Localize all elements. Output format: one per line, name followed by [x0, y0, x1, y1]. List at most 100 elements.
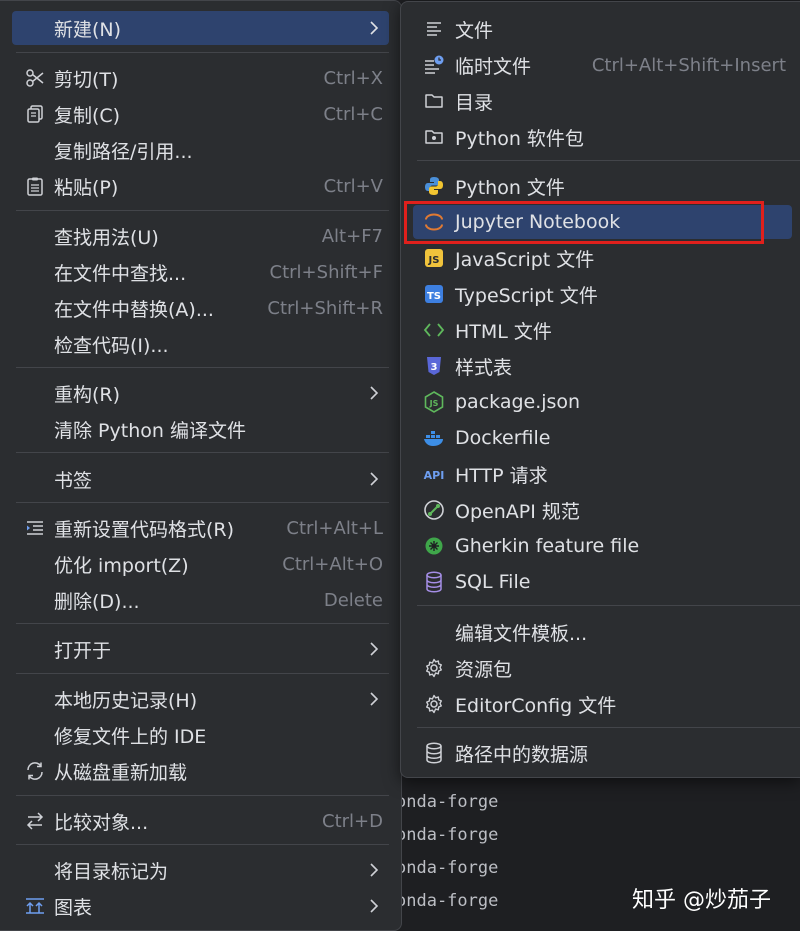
- menu-item-repair-ide[interactable]: 修复文件上的 IDE: [12, 718, 389, 752]
- menu-item-mark-directory[interactable]: 将目录标记为: [12, 853, 389, 887]
- menu-item-paste[interactable]: 粘贴(P) Ctrl+V: [12, 169, 389, 203]
- menu-item-label: 修复文件上的 IDE: [54, 725, 207, 748]
- python-icon: [421, 173, 447, 199]
- submenu-item-directory[interactable]: 目录: [413, 84, 792, 118]
- menu-item-cut[interactable]: 剪切(T) Ctrl+X: [12, 61, 389, 95]
- shortcut-label: Ctrl+Shift+F: [269, 261, 383, 283]
- gear-icon: [421, 691, 447, 717]
- menu-item-label: 清除 Python 编译文件: [54, 419, 246, 442]
- chevron-right-icon: [369, 889, 379, 923]
- menu-item-delete[interactable]: 删除(D)... Delete: [12, 583, 389, 617]
- chevron-right-icon: [369, 462, 379, 496]
- submenu-item-python-file[interactable]: Python 文件: [413, 169, 792, 203]
- menu-item-reformat-code[interactable]: 重新设置代码格式(R) Ctrl+Alt+L: [12, 511, 389, 545]
- menu-item-clean-python[interactable]: 清除 Python 编译文件: [12, 412, 389, 446]
- menu-item-label: 复制(C): [54, 104, 121, 127]
- clipboard-icon: [22, 173, 48, 199]
- menu-item-label: 图表: [54, 896, 93, 919]
- menu-item-label: Gherkin feature file: [455, 535, 640, 557]
- separator: [16, 210, 389, 211]
- menu-item-label: 删除(D)...: [54, 590, 140, 613]
- submenu-item-stylesheet[interactable]: 3 样式表: [413, 349, 792, 383]
- menu-item-copy[interactable]: 复制(C) Ctrl+C: [12, 97, 389, 131]
- submenu-item-resource-bundle[interactable]: 资源包: [413, 651, 792, 685]
- menu-item-local-history[interactable]: 本地历史记录(H): [12, 682, 389, 716]
- submenu-item-edit-file-templates[interactable]: 编辑文件模板...: [413, 615, 792, 649]
- menu-item-label: 在文件中查找...: [54, 262, 187, 285]
- menu-item-inspect-code[interactable]: 检查代码(I)...: [12, 327, 389, 361]
- menu-item-refactor[interactable]: 重构(R): [12, 376, 389, 410]
- copy-icon: [22, 101, 48, 127]
- menu-item-label: Python 软件包: [455, 127, 584, 150]
- menu-item-open-in[interactable]: 打开于: [12, 632, 389, 666]
- menu-item-replace-in-files[interactable]: 在文件中替换(A)... Ctrl+Shift+R: [12, 291, 389, 325]
- menu-item-label: HTTP 请求: [455, 464, 548, 487]
- submenu-item-sql-file[interactable]: SQL File: [413, 565, 792, 599]
- menu-item-label: 资源包: [455, 658, 513, 681]
- chevron-right-icon: [369, 632, 379, 666]
- svg-text:3: 3: [431, 362, 438, 373]
- watermark: 知乎 @炒茄子: [632, 888, 771, 913]
- compare-arrows-icon: [22, 808, 48, 834]
- submenu-item-html-file[interactable]: HTML 文件: [413, 313, 792, 347]
- menu-item-find-in-files[interactable]: 在文件中查找... Ctrl+Shift+F: [12, 255, 389, 289]
- submenu-item-scratch-file[interactable]: 临时文件 Ctrl+Alt+Shift+Insert: [413, 48, 792, 82]
- terminal-line: onda-forge: [396, 792, 499, 812]
- submenu-item-javascript-file[interactable]: JS JavaScript 文件: [413, 241, 792, 275]
- submenu-item-data-source-in-path[interactable]: 路径中的数据源: [413, 736, 792, 770]
- menu-item-label: 本地历史记录(H): [54, 689, 198, 712]
- menu-item-label: 在文件中替换(A)...: [54, 298, 214, 321]
- context-menu: 新建(N) 剪切(T) Ctrl+X 复制(C) Ctrl+C 复制路径/引用.…: [0, 0, 402, 931]
- submenu-item-http-request[interactable]: API HTTP 请求: [413, 457, 792, 491]
- scratch-file-icon: [421, 52, 447, 78]
- menu-item-label: 剪切(T): [54, 68, 119, 91]
- shortcut-label: Ctrl+D: [322, 810, 383, 832]
- html-code-icon: [421, 317, 447, 343]
- menu-item-compare-with[interactable]: 比较对象... Ctrl+D: [12, 804, 389, 838]
- menu-item-reload-from-disk[interactable]: 从磁盘重新加载: [12, 754, 389, 788]
- submenu-item-editorconfig[interactable]: EditorConfig 文件: [413, 687, 792, 721]
- menu-item-find-usages[interactable]: 查找用法(U) Alt+F7: [12, 219, 389, 253]
- menu-item-diagrams[interactable]: 图表: [12, 889, 389, 923]
- menu-item-label: 检查代码(I)...: [54, 334, 169, 357]
- menu-item-label: 临时文件: [455, 55, 532, 78]
- database-icon: [421, 740, 447, 766]
- typescript-icon: TS: [421, 281, 447, 307]
- terminal-line: onda-forge: [396, 891, 499, 911]
- menu-item-label: JavaScript 文件: [455, 248, 595, 271]
- menu-item-label: 打开于: [54, 639, 112, 662]
- menu-item-label: 文件: [455, 19, 494, 42]
- submenu-item-gherkin[interactable]: Gherkin feature file: [413, 529, 792, 563]
- menu-item-label: 将目录标记为: [54, 860, 169, 883]
- separator: [16, 795, 389, 796]
- menu-item-optimize-imports[interactable]: 优化 import(Z) Ctrl+Alt+O: [12, 547, 389, 581]
- submenu-item-openapi[interactable]: OpenAPI 规范: [413, 493, 792, 527]
- shortcut-label: Ctrl+Alt+L: [286, 517, 383, 539]
- menu-item-label: 比较对象...: [54, 811, 149, 834]
- new-submenu: 文件 临时文件 Ctrl+Alt+Shift+Insert 目录 Python …: [400, 1, 800, 778]
- submenu-item-file[interactable]: 文件: [413, 12, 792, 46]
- shortcut-label: Alt+F7: [321, 225, 383, 247]
- file-text-icon: [421, 16, 447, 42]
- separator: [16, 623, 389, 624]
- menu-item-label: 查找用法(U): [54, 226, 159, 249]
- menu-item-label: 优化 import(Z): [54, 554, 189, 577]
- menu-item-bookmarks[interactable]: 书签: [12, 462, 389, 496]
- submenu-item-package-json[interactable]: JS package.json: [413, 385, 792, 419]
- highlight-annotation-box: [404, 201, 764, 244]
- separator: [417, 605, 800, 606]
- openapi-icon: [421, 497, 447, 523]
- shortcut-label: Ctrl+Shift+R: [267, 297, 383, 319]
- submenu-item-dockerfile[interactable]: Dockerfile: [413, 421, 792, 455]
- menu-item-copy-path[interactable]: 复制路径/引用...: [12, 133, 389, 167]
- submenu-item-python-package[interactable]: Python 软件包: [413, 120, 792, 154]
- menu-item-label: 重构(R): [54, 383, 121, 406]
- menu-item-new[interactable]: 新建(N): [12, 11, 389, 45]
- separator: [16, 52, 389, 53]
- chevron-right-icon: [369, 682, 379, 716]
- menu-item-label: Python 文件: [455, 176, 565, 199]
- separator: [16, 452, 389, 453]
- submenu-item-typescript-file[interactable]: TS TypeScript 文件: [413, 277, 792, 311]
- menu-item-label: TypeScript 文件: [455, 284, 598, 307]
- nodejs-icon: JS: [421, 389, 447, 415]
